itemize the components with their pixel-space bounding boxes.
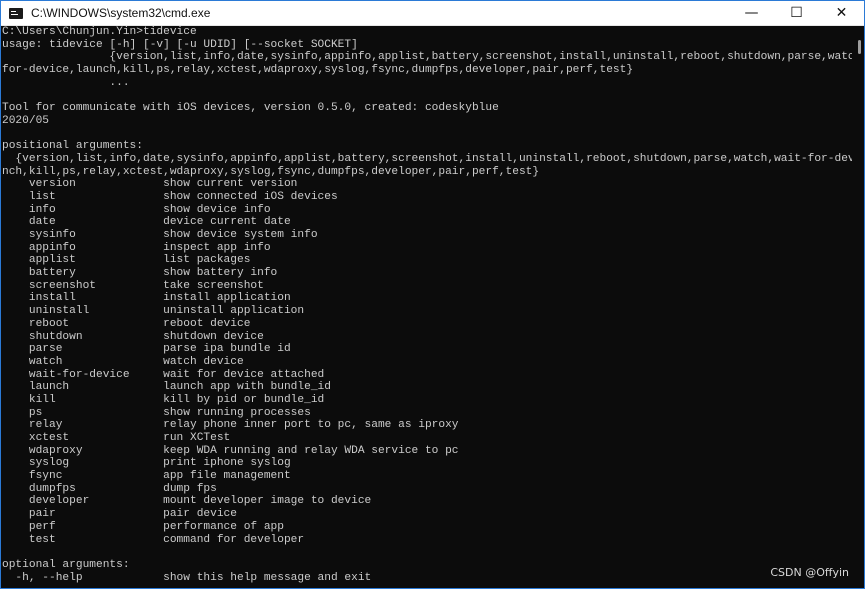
console-line: -h, --help show this help message and ex… xyxy=(2,571,372,584)
console-line: appinfo inspect app info xyxy=(2,241,271,254)
console-line: test command for developer xyxy=(2,533,305,546)
console-line: optional arguments: xyxy=(2,558,130,571)
console-line: launch launch app with bundle_id xyxy=(2,381,331,394)
console-line: ... xyxy=(2,76,130,89)
console-line: 2020/05 xyxy=(2,114,49,127)
console-line: fsync app file management xyxy=(2,470,291,483)
console-line: kill kill by pid or bundle_id xyxy=(2,393,325,406)
console-line: install install application xyxy=(2,292,291,305)
console-line: wait-for-device wait for device attached xyxy=(2,368,325,381)
console-line: ps show running processes xyxy=(2,406,311,419)
console-line: date device current date xyxy=(2,216,291,229)
console-line: C:\Users\Chunjun.Yin>tidevice xyxy=(2,26,197,38)
console-line: uninstall uninstall application xyxy=(2,305,305,318)
window-controls: — ☐ ✕ xyxy=(729,1,864,25)
console-line: developer mount developer image to devic… xyxy=(2,495,372,508)
console-line: {version,list,info,date,sysinfo,appinfo,… xyxy=(2,152,852,165)
console-line: usage: tidevice [-h] [-v] [-u UDID] [--s… xyxy=(2,38,358,51)
console-line: relay relay phone inner port to pc, same… xyxy=(2,419,459,432)
minimize-button[interactable]: — xyxy=(729,1,774,25)
console-line: {version,list,info,date,sysinfo,appinfo,… xyxy=(2,51,852,64)
console-output[interactable]: C:\Users\Chunjun.Yin>tidevice usage: tide… xyxy=(1,26,852,588)
console-line: watch watch device xyxy=(2,355,244,368)
close-button[interactable]: ✕ xyxy=(819,1,864,25)
console-text: C:\Users\Chunjun.Yin>tidevice usage: tide… xyxy=(1,26,852,584)
console-line: positional arguments: xyxy=(2,140,143,153)
console-line: info show device info xyxy=(2,203,271,216)
console-line: reboot reboot device xyxy=(2,317,251,330)
console-line: version show current version xyxy=(2,178,298,191)
title-bar[interactable]: C:\WINDOWS\system32\cmd.exe — ☐ ✕ xyxy=(1,1,864,26)
console-line: dumpfps dump fps xyxy=(2,482,217,495)
console-line: screenshot take screenshot xyxy=(2,279,264,292)
vertical-scrollbar[interactable] xyxy=(852,26,864,588)
console-line: applist list packages xyxy=(2,254,251,267)
console-line: Tool for communicate with iOS devices, v… xyxy=(2,102,499,115)
console-line: shutdown shutdown device xyxy=(2,330,264,343)
console-window: C:\WINDOWS\system32\cmd.exe — ☐ ✕ C:\Use… xyxy=(0,0,865,589)
console-line: wdaproxy keep WDA running and relay WDA … xyxy=(2,444,459,457)
console-line: syslog print iphone syslog xyxy=(2,457,291,470)
watermark: CSDN @Offyin xyxy=(770,566,849,579)
console-line: nch,kill,ps,relay,xctest,wdaproxy,syslog… xyxy=(2,165,540,178)
console-line: for-device,launch,kill,ps,relay,xctest,w… xyxy=(2,64,634,77)
scrollbar-thumb[interactable] xyxy=(858,40,861,54)
console-line: battery show battery info xyxy=(2,267,278,280)
console-icon[interactable] xyxy=(9,7,23,19)
console-line: perf performance of app xyxy=(2,520,284,533)
console-line: list show connected iOS devices xyxy=(2,190,338,203)
console-line: pair pair device xyxy=(2,508,237,521)
console-line: sysinfo show device system info xyxy=(2,229,318,241)
console-line: xctest run XCTest xyxy=(2,432,231,444)
window-title: C:\WINDOWS\system32\cmd.exe xyxy=(31,6,211,20)
maximize-button[interactable]: ☐ xyxy=(774,1,819,25)
console-line: parse parse ipa bundle id xyxy=(2,343,291,356)
